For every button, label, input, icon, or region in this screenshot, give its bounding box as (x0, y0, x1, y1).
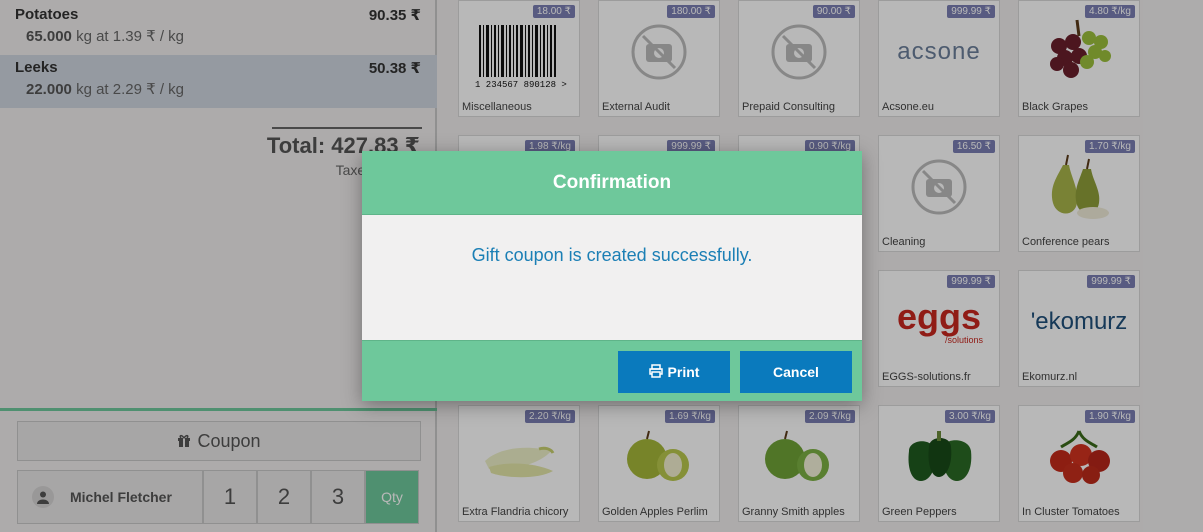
cancel-button[interactable]: Cancel (740, 351, 852, 393)
confirmation-dialog: Confirmation Gift coupon is created succ… (362, 151, 862, 401)
dialog-title: Confirmation (362, 151, 862, 215)
print-button[interactable]: Print (618, 351, 730, 393)
dialog-message-text: Gift coupon is created successfully. (471, 245, 753, 265)
printer-icon (648, 363, 663, 381)
print-label: Print (667, 364, 700, 380)
dialog-message: Gift coupon is created successfully. (362, 215, 862, 340)
dialog-footer: Print Cancel (362, 340, 862, 401)
